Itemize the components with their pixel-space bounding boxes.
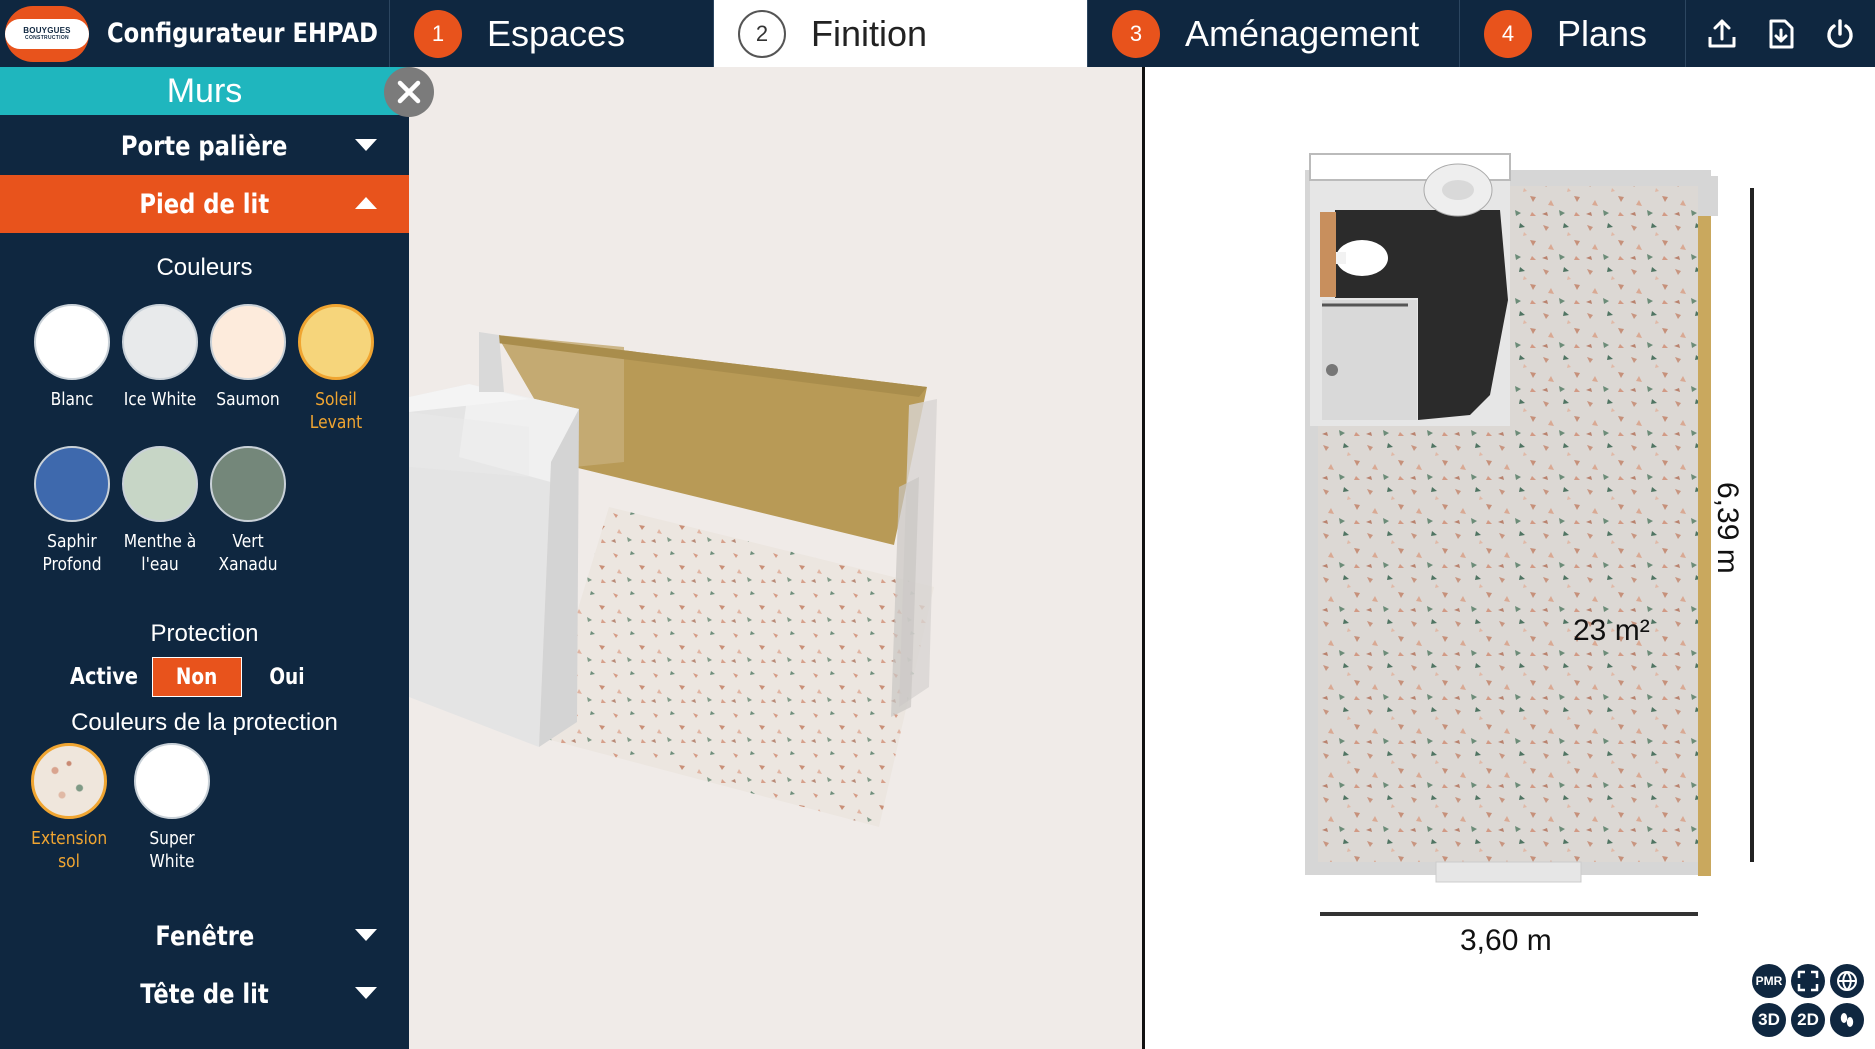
accordion-fenetre[interactable]: Fenêtre [0, 907, 409, 965]
view-3d-button[interactable]: 3D [1752, 1003, 1786, 1037]
chevron-down-icon [355, 139, 377, 151]
protection-colors-title: Couleurs de la protection [71, 709, 338, 736]
brand: BOUYGUES CONSTRUCTION Configurateur EHPA… [0, 0, 390, 67]
close-panel-button[interactable] [384, 67, 434, 117]
step-tab-amenagement[interactable]: 3 Aménagement [1088, 0, 1460, 67]
step-label: Aménagement [1185, 12, 1420, 54]
color-swatch-blanc[interactable]: Blanc [28, 304, 116, 411]
step-number-badge: 1 [414, 9, 462, 58]
protection-swatch-super-white[interactable]: Super White [128, 743, 216, 873]
colors-title: Couleurs [156, 254, 253, 281]
footprint-icon [1840, 1013, 1854, 1027]
protection-toggle: Active Non Oui [56, 657, 332, 697]
app-title: Configurateur EHPAD [107, 18, 378, 49]
accordion-tete-de-lit[interactable]: Tête de lit [0, 965, 409, 1023]
chevron-down-icon [355, 929, 377, 941]
plan-shower-seat [1322, 300, 1417, 420]
panel-title: Murs [0, 67, 409, 115]
plan-area-label: 23 m² [1573, 614, 1650, 647]
top-bar: BOUYGUES CONSTRUCTION Configurateur EHPA… [0, 0, 1875, 67]
room-3d-render[interactable] [409, 67, 1142, 1049]
color-swatch-ice-white[interactable]: Ice White [116, 304, 204, 411]
step-tab-plans[interactable]: 4 Plans [1460, 0, 1686, 67]
protection-toggle-label: Active [70, 664, 138, 690]
plan-height-label: 6,39 m [1711, 482, 1744, 574]
fullscreen-button[interactable] [1791, 964, 1825, 998]
walk-mode-button[interactable] [1830, 1003, 1864, 1037]
step-label: Plans [1557, 12, 1648, 54]
globe-icon [1837, 971, 1857, 991]
step-number-badge: 3 [1112, 9, 1160, 58]
fullscreen-icon [1797, 970, 1819, 992]
step-number-badge: 4 [1484, 9, 1532, 58]
pmr-toggle-button[interactable]: PMR [1752, 964, 1786, 998]
color-swatch-menthe-a-leau[interactable]: Menthe à l'eau [116, 446, 204, 576]
accordion-porte-paliere[interactable]: Porte palière [0, 117, 409, 175]
view-2d-button[interactable]: 2D [1791, 1003, 1825, 1037]
color-swatch-saphir-profond[interactable]: Saphir Profond [28, 446, 116, 576]
bouygues-logo: BOUYGUES CONSTRUCTION [5, 5, 89, 62]
step-label: Espaces [487, 12, 626, 54]
power-icon[interactable] [1820, 14, 1860, 54]
protection-swatch-extension-sol[interactable]: Extension sol [25, 743, 113, 873]
plan-width-label: 3,60 m [1460, 924, 1552, 957]
color-swatch-saumon[interactable]: Saumon [204, 304, 292, 411]
step-tab-espaces[interactable]: 1 Espaces [390, 0, 714, 67]
plan-bathroom-cabinet [1320, 212, 1336, 297]
step-tab-finition[interactable]: 2 Finition [714, 0, 1088, 67]
globe-button[interactable] [1830, 964, 1864, 998]
finish-sidebar: Murs Porte palière Pied de lit Couleurs … [0, 67, 434, 1049]
upload-icon[interactable] [1702, 14, 1742, 54]
save-icon[interactable] [1761, 14, 1801, 54]
protection-title: Protection [150, 620, 259, 647]
protection-option-oui[interactable]: Oui [242, 657, 332, 697]
chevron-down-icon [355, 987, 377, 999]
protection-option-non[interactable]: Non [152, 657, 242, 697]
top-actions [1686, 0, 1875, 67]
step-number-badge: 2 [738, 9, 786, 58]
accordion-pied-de-lit[interactable]: Pied de lit [0, 175, 409, 233]
color-swatch-vert-xanadu[interactable]: Vert Xanadu [204, 446, 292, 576]
color-swatch-soleil-levant[interactable]: Soleil Levant [292, 304, 380, 434]
close-icon [397, 80, 421, 104]
floor-plan-canvas[interactable] [1145, 67, 1875, 1049]
room-3d-view[interactable] [409, 67, 1142, 1049]
step-label: Finition [811, 12, 928, 54]
plan-door [1435, 861, 1582, 883]
chevron-up-icon [355, 197, 377, 209]
